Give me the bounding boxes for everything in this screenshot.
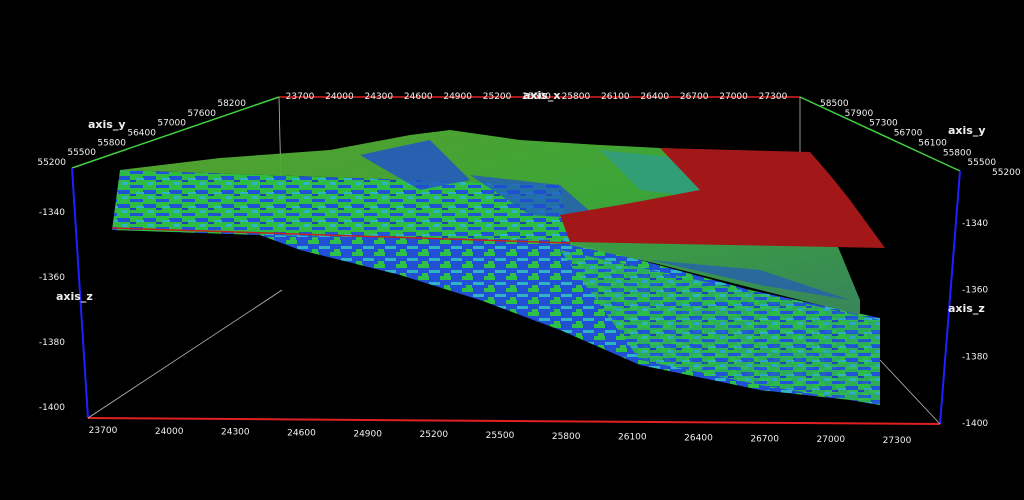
x-tick-bottom: 24600 — [287, 429, 316, 439]
y-tick-right: 55200 — [992, 168, 1021, 178]
axis-x-label: axis_x — [523, 89, 560, 102]
z-tick-left: -1400 — [39, 403, 65, 413]
y-tick-right: 55500 — [967, 158, 996, 168]
3d-viewport[interactable]: 23700 24000 24300 24600 24900 25200 25500 25800… — [0, 0, 1024, 496]
y-tick-right: 58500 — [820, 99, 849, 109]
axis-z-label-left: axis_z — [56, 290, 93, 303]
x-tick-top: 25800 — [562, 92, 591, 102]
z-tick-left: -1340 — [39, 208, 65, 218]
x-tick-top: 26100 — [601, 92, 630, 102]
y-tick-right: 56100 — [918, 138, 947, 148]
y-tick-left: 57600 — [187, 109, 216, 119]
y-ticks-left: 55200555005580056400570005760058200 — [37, 99, 246, 168]
x-tick-top: 26400 — [640, 92, 669, 102]
z-tick-right: -1380 — [962, 352, 988, 362]
y-tick-left: 55800 — [97, 138, 126, 148]
x-tick-bottom: 24300 — [221, 428, 250, 438]
x-tick-bottom: 27300 — [883, 436, 912, 446]
x-tick-bottom: 26400 — [684, 434, 713, 444]
x-tick-top: 24300 — [365, 92, 394, 102]
x-tick-bottom: 25500 — [486, 431, 515, 441]
y-tick-right: 57900 — [845, 109, 874, 119]
y-tick-left: 58200 — [217, 99, 246, 109]
x-tick-bottom: 25800 — [552, 432, 581, 442]
x-ticks-bottom: 23700 24000 24300 24600 24900 25200 25500 25800… — [89, 426, 912, 446]
z-tick-right: -1340 — [962, 219, 988, 229]
y-tick-right: 57300 — [869, 119, 898, 129]
z-tick-left: -1360 — [39, 273, 65, 283]
x-tick-top: 24000 — [325, 92, 354, 102]
z-ticks-left: -1340 -1360 -1380 -1400 — [39, 208, 65, 413]
x-tick-top: 27000 — [719, 92, 748, 102]
geological-model[interactable] — [111, 130, 885, 405]
z-ticks-right: -1340 -1360 -1380 -1400 — [962, 219, 988, 429]
x-tick-bottom: 24000 — [155, 427, 184, 437]
x-tick-top: 25200 — [483, 92, 512, 102]
x-tick-top: 26700 — [680, 92, 709, 102]
y-tick-right: 55800 — [943, 148, 972, 158]
z-tick-right: -1360 — [962, 286, 988, 296]
x-tick-top: 27300 — [759, 92, 788, 102]
y-ticks-right: 5850057900573005670056100558005550055200 — [820, 99, 1021, 178]
y-tick-left: 55200 — [37, 158, 66, 168]
x-tick-top: 23700 — [286, 92, 315, 102]
scene-canvas[interactable]: 23700 24000 24300 24600 24900 25200 25500 25800… — [0, 0, 1024, 496]
x-tick-bottom: 25200 — [420, 430, 449, 440]
y-tick-left: 57000 — [157, 119, 186, 129]
z-tick-left: -1380 — [39, 338, 65, 348]
x-tick-bottom: 24900 — [353, 429, 382, 439]
x-tick-bottom: 26100 — [618, 433, 647, 443]
x-tick-bottom: 23700 — [89, 426, 118, 436]
y-tick-right: 56700 — [894, 129, 923, 139]
x-tick-top: 24900 — [443, 92, 472, 102]
z-tick-right: -1400 — [962, 419, 988, 429]
y-tick-left: 56400 — [127, 129, 156, 139]
y-tick-left: 55500 — [67, 148, 96, 158]
x-tick-bottom: 26700 — [750, 434, 779, 444]
x-tick-top: 24600 — [404, 92, 433, 102]
axis-z-label-right: axis_z — [948, 302, 985, 315]
axis-y-label-right: axis_y — [948, 124, 986, 137]
x-tick-bottom: 27000 — [817, 435, 846, 445]
axis-y-label-left: axis_y — [88, 118, 126, 131]
